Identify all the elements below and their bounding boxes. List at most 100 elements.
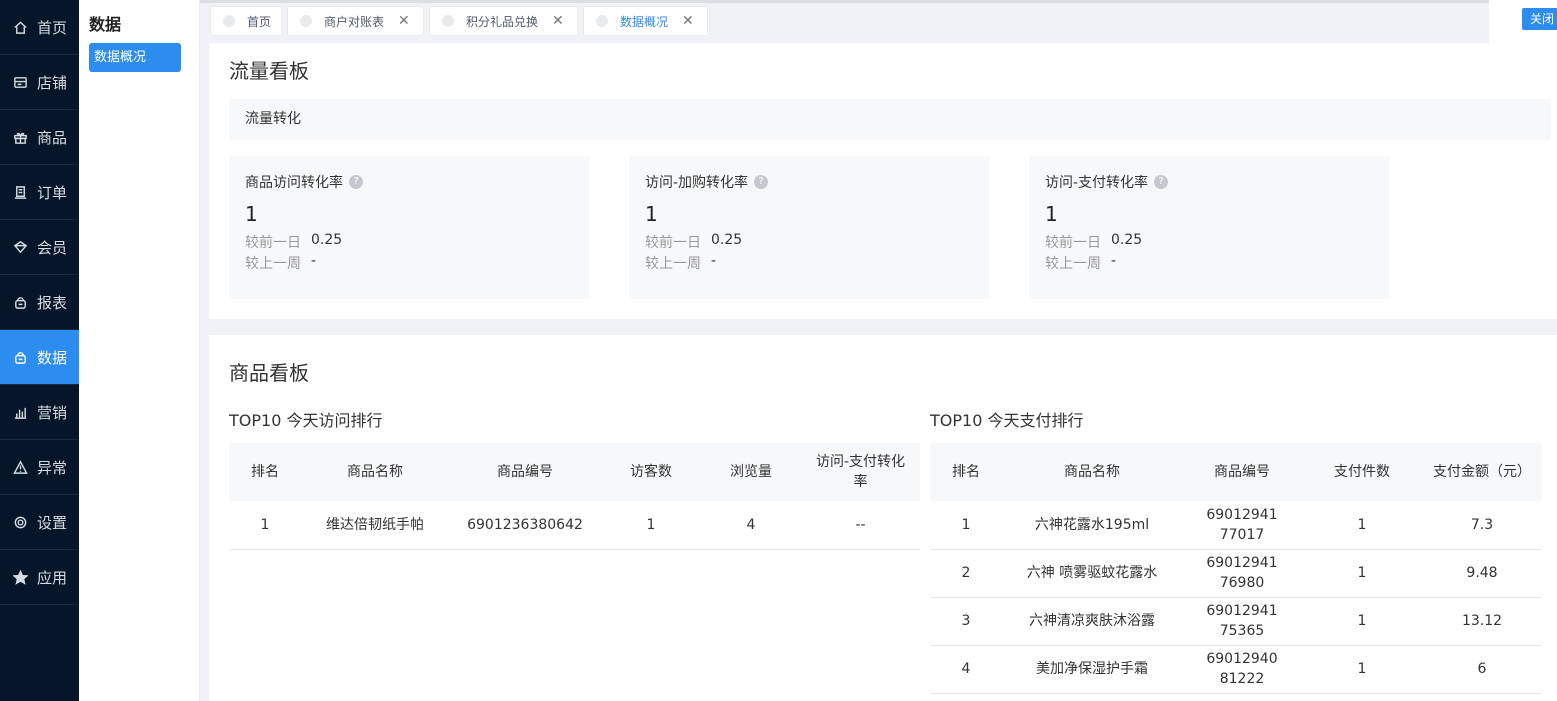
stat-card-visit-pay: 访问-支付转化率? 1 较前一日 0.25 较上一周 - xyxy=(1029,156,1389,299)
nav-item-apps[interactable]: 应用 xyxy=(0,550,79,605)
nav-item-label: 异常 xyxy=(37,458,68,477)
table-row[interactable]: 2 六神 喷雾驱蚊花露水 6901294176980 1 9.48 xyxy=(930,549,1542,598)
stat-card-name: 访问-加购转化率? xyxy=(645,172,973,192)
nav-item-store[interactable]: 店铺 xyxy=(0,55,79,110)
column-header[interactable]: 访问-支付转化率 xyxy=(801,443,920,501)
chart-bar-icon xyxy=(11,403,29,421)
column-header[interactable]: 浏览量 xyxy=(701,443,801,501)
stat-row-value: 0.25 xyxy=(1111,232,1143,248)
table-row[interactable]: 1 六神花露水195ml 6901294177017 1 7.3 xyxy=(930,501,1542,550)
tab-merchant-statement[interactable]: 商户对账表 ✕ xyxy=(287,6,424,36)
stat-row-label: 较上一周 xyxy=(645,256,701,272)
flow-board-panel: 流量看板 流量转化 商品访问转化率? 1 较前一日 0.25 较上一周 - 访问-加… xyxy=(209,43,1557,319)
column-header[interactable]: 排名 xyxy=(229,443,301,501)
close-all-button[interactable]: 关闭 xyxy=(1522,8,1557,30)
sub-sidebar: 数据 数据概况 xyxy=(79,0,200,701)
table-cell: 9.48 xyxy=(1422,549,1542,598)
product-board-title: 商品看板 xyxy=(229,361,309,385)
nav-item-home[interactable]: 首页 xyxy=(0,0,79,55)
column-header[interactable]: 访客数 xyxy=(601,443,701,501)
home-icon xyxy=(11,18,29,36)
warning-icon xyxy=(11,458,29,476)
visit-rank-table: 排名 商品名称 商品编号 访客数 浏览量 访问-支付转化率 1 维达倍韧纸手帕 … xyxy=(229,443,920,550)
column-header[interactable]: 商品编号 xyxy=(1182,443,1302,501)
table-row[interactable]: 1 维达倍韧纸手帕 6901236380642 1 4 -- xyxy=(229,501,920,550)
table-cell: 1 xyxy=(1302,501,1422,550)
nav-item-label: 订单 xyxy=(37,183,68,202)
flow-conversion-header: 流量转化 xyxy=(229,99,1551,140)
stat-row-value: - xyxy=(311,253,317,269)
stat-row-label: 较前一日 xyxy=(1045,235,1101,251)
table-cell: 1 xyxy=(1302,597,1422,646)
table-cell: -- xyxy=(801,501,920,550)
table-cell: 2 xyxy=(930,549,1002,598)
stat-card-name: 商品访问转化率? xyxy=(245,172,573,192)
column-header[interactable]: 商品名称 xyxy=(1002,443,1182,501)
flow-board-title: 流量看板 xyxy=(229,59,309,83)
nav-item-label: 数据 xyxy=(37,348,68,367)
table-header-row: 排名 商品名称 商品编号 支付件数 支付金额（元） xyxy=(930,443,1542,501)
order-icon xyxy=(11,183,29,201)
stat-row-label: 较上一周 xyxy=(245,256,301,272)
table-row[interactable]: 4 美加净保湿护手霜 6901294081222 1 6 xyxy=(930,645,1542,694)
table-row[interactable]: 3 六神清凉爽肤沐浴露 6901294175365 1 13.12 xyxy=(930,597,1542,646)
stat-row-prev-day: 较前一日 0.25 xyxy=(645,232,973,251)
tab-data-overview[interactable]: 数据概况 ✕ xyxy=(583,6,708,36)
stat-row-prev-week: 较上一周 - xyxy=(645,253,973,272)
stat-card-label: 访问-支付转化率 xyxy=(1045,175,1149,191)
help-icon[interactable]: ? xyxy=(1154,175,1169,189)
report-icon xyxy=(11,293,29,311)
column-header[interactable]: 排名 xyxy=(930,443,1002,501)
stat-card-value: 1 xyxy=(645,202,658,226)
store-icon xyxy=(11,73,29,91)
table-cell: 7.3 xyxy=(1422,501,1542,550)
nav-item-settings[interactable]: 设置 xyxy=(0,495,79,550)
tab-points-gift-exchange[interactable]: 积分礼品兑换 ✕ xyxy=(429,6,578,36)
column-header[interactable]: 支付件数 xyxy=(1302,443,1422,501)
column-header[interactable]: 商品编号 xyxy=(449,443,601,501)
column-header[interactable]: 商品名称 xyxy=(301,443,449,501)
gear-icon xyxy=(11,513,29,531)
nav-item-label: 首页 xyxy=(37,18,68,37)
stat-row-value: - xyxy=(711,253,717,269)
stat-row-value: 0.25 xyxy=(311,232,343,248)
nav-item-member[interactable]: 会员 xyxy=(0,220,79,275)
nav-item-product[interactable]: 商品 xyxy=(0,110,79,165)
nav-item-exception[interactable]: 异常 xyxy=(0,440,79,495)
stat-card-label: 访问-加购转化率 xyxy=(645,175,749,191)
nav-item-data[interactable]: 数据 xyxy=(0,330,79,385)
column-header[interactable]: 支付金额（元） xyxy=(1422,443,1542,501)
stat-card-value: 1 xyxy=(245,202,258,226)
nav-item-label: 店铺 xyxy=(37,73,68,92)
nav-item-marketing[interactable]: 营销 xyxy=(0,385,79,440)
member-icon xyxy=(11,238,29,256)
nav-item-report[interactable]: 报表 xyxy=(0,275,79,330)
stat-card-value: 1 xyxy=(1045,202,1058,226)
nav-item-order[interactable]: 订单 xyxy=(0,165,79,220)
tab-dot xyxy=(300,15,312,27)
sub-sidebar-item-data-overview[interactable]: 数据概况 xyxy=(89,43,181,72)
nav-item-label: 报表 xyxy=(37,293,68,312)
nav-item-label: 会员 xyxy=(37,238,68,257)
close-icon[interactable]: ✕ xyxy=(398,13,410,29)
nav-item-label: 营销 xyxy=(37,403,68,422)
help-icon[interactable]: ? xyxy=(754,175,769,189)
tab-label: 商户对账表 xyxy=(324,14,385,29)
table-header-row: 排名 商品名称 商品编号 访客数 浏览量 访问-支付转化率 xyxy=(229,443,920,501)
stat-card-label: 商品访问转化率 xyxy=(245,175,343,191)
stat-row-value: 0.25 xyxy=(711,232,743,248)
tab-label: 首页 xyxy=(247,14,272,29)
tab-label: 积分礼品兑换 xyxy=(466,14,539,29)
close-icon[interactable]: ✕ xyxy=(682,13,694,29)
help-icon[interactable]: ? xyxy=(349,175,363,189)
nav-item-label: 设置 xyxy=(37,513,68,532)
close-icon[interactable]: ✕ xyxy=(552,13,564,29)
tab-home[interactable]: 首页 xyxy=(210,6,282,36)
main-sidebar: 首页 店铺 商品 订单 会员 报表 数据 营销 异常 设置 应用 xyxy=(0,0,79,701)
table-cell: 1 xyxy=(601,501,701,550)
visit-rank-title: TOP10 今天访问排行 xyxy=(229,411,383,430)
table-cell: 六神清凉爽肤沐浴露 xyxy=(1002,597,1182,646)
gift-icon xyxy=(11,128,29,146)
table-cell: 1 xyxy=(1302,549,1422,598)
stat-row-prev-day: 较前一日 0.25 xyxy=(1045,232,1373,251)
